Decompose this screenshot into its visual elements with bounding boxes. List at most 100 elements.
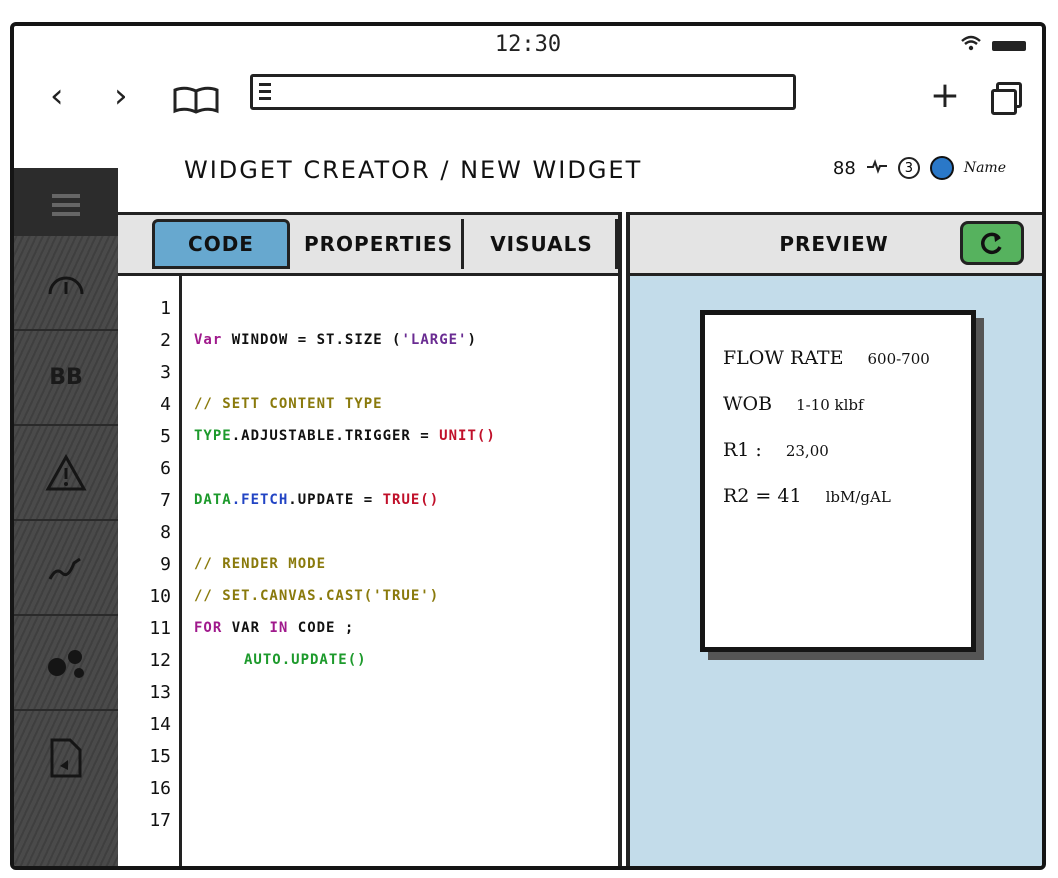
sidebar-item-analytics[interactable] [14,521,118,616]
code-line-7[interactable]: DATA.FETCH.UPDATE = TRUE() [194,492,439,508]
back-button[interactable]: ‹ [50,78,64,114]
activity-icon[interactable] [866,158,888,178]
reader-icon[interactable] [259,83,271,104]
user-name[interactable]: Name [964,160,1006,176]
sidebar-header [14,168,118,236]
line-number: 3 [160,362,171,383]
line-number: 12 [149,650,171,671]
new-tab-button[interactable]: + [930,78,960,114]
bb-icon: BB [49,365,83,390]
code-line-10[interactable]: // SET.CANVAS.CAST('TRUE') [194,588,439,604]
sidebar-item-settings[interactable] [14,616,118,711]
avatar[interactable] [929,156,954,180]
preview-row-r2: R2 = 41 lbM/gAL [723,485,891,507]
code-token: TRUE() [382,492,440,508]
run-button[interactable] [960,221,1024,265]
forward-button[interactable]: › [114,78,128,114]
line-number: 7 [160,490,171,511]
document-icon [50,738,82,777]
line-number: 15 [149,746,171,767]
code-keyword: Var [194,332,223,348]
app-header: WIDGET CREATOR / NEW WIDGET 88 3 Name [118,130,1042,212]
code-string: 'LARGE' [401,332,468,348]
wifi-icon [960,34,982,57]
code-line-5[interactable]: TYPE.ADJUSTABLE.TRIGGER = UNIT() [194,428,496,444]
battery-icon [992,40,1026,51]
editor-toolbar: CODE PROPERTIES VISUALS PREVIEW [118,212,1042,279]
count-badge: 88 [832,157,856,179]
clock: 12:30 [494,32,562,57]
widget-preview-card: FLOW RATE 600-700 WOB 1-10 klbf R1 :23,00 … [700,310,976,652]
gauge-icon [48,276,84,294]
code-token: TYPE [194,428,232,444]
pane-divider[interactable] [618,212,630,866]
bookmarks-icon[interactable] [172,86,220,118]
preview-pane: FLOW RATE 600-700 WOB 1-10 klbf R1 :23,00 … [630,276,1042,866]
line-number: 1 [160,298,171,319]
preview-value: 23,00 [785,442,829,460]
sidebar-item-documents[interactable] [14,711,118,804]
tabs-icon[interactable] [991,82,1022,115]
line-gutter: 1 2 3 4 5 6 7 8 9 10 11 12 13 14 15 16 1… [118,276,182,866]
preview-row-r1: R1 : 23,00 [723,439,829,461]
sidebar-item-alerts[interactable] [14,426,118,521]
preview-row-wob: WOB 1-10 klbf [723,393,864,415]
tab-properties[interactable]: PROPERTIES [296,219,464,269]
line-number: 9 [160,554,171,575]
sidebar: BB [14,168,118,866]
code-keyword: IN [269,620,289,636]
tablet-frame: 12:30 ‹ › + WIDGET CREATOR / NEW WIDGET … [10,22,1046,870]
sidebar-item-bb[interactable]: BB [14,331,118,426]
line-number: 6 [160,458,171,479]
code-line-9[interactable]: // RENDER MODE [194,556,326,572]
gears-icon [48,649,84,678]
tab-visuals[interactable]: VISUALS [468,219,618,269]
refresh-icon [981,232,1002,255]
code-token: WINDOW [231,332,289,348]
preview-value: 1-10 klbf [796,396,864,414]
tab-code[interactable]: CODE [152,219,290,269]
code-line-12[interactable]: AUTO.UPDATE() [244,652,367,668]
code-line-11[interactable]: FOR VAR IN CODE ; [194,620,354,636]
code-token: UNIT() [439,428,496,444]
code-token: .ADJUSTABLE.TRIGGER = [231,428,430,444]
preview-row-flow-rate: FLOW RATE 600-700 [723,347,930,369]
code-token: ST.SIZE ( [316,332,402,348]
chart-icon [48,557,81,580]
code-token: .FETCH [231,492,289,508]
line-number: 8 [160,522,171,543]
preview-label: R1 : [723,439,762,461]
code-line-4[interactable]: // SETT CONTENT TYPE [194,396,383,412]
hamburger-icon[interactable] [52,194,80,221]
header-actions: 88 3 Name [833,156,1006,180]
code-token: = [297,332,308,348]
status-bar: 12:30 [14,26,1042,64]
line-number: 10 [149,586,171,607]
code-token: CODE ; [297,620,355,636]
line-number: 17 [149,810,171,831]
code-token: ) [467,332,477,348]
notification-icon[interactable]: 3 [897,157,920,179]
code-token: VAR [231,620,261,636]
code-token: .UPDATE = [288,492,374,508]
code-line-2[interactable]: Var WINDOW = ST.SIZE ('LARGE') [194,332,477,348]
address-bar[interactable] [250,74,796,110]
line-number: 2 [160,330,171,351]
warning-icon [45,453,87,490]
code-keyword: FOR [194,620,223,636]
breadcrumb[interactable]: WIDGET CREATOR / NEW WIDGET [184,156,642,184]
line-number: 4 [160,394,171,415]
line-number: 11 [149,618,171,639]
url-input[interactable] [279,79,783,107]
line-number: 16 [149,778,171,799]
line-number: 5 [160,426,171,447]
preview-value: lbM/gAL [825,488,891,506]
browser-bar: ‹ › + [14,64,1042,130]
code-editor[interactable]: 1 2 3 4 5 6 7 8 9 10 11 12 13 14 15 16 1… [118,276,618,866]
code-token: DATA [194,492,232,508]
line-number: 13 [149,682,171,703]
sidebar-item-dashboard[interactable] [14,236,118,331]
preview-label: R2 = 41 [723,485,802,507]
preview-label: FLOW RATE [723,347,844,369]
preview-label: WOB [723,393,773,415]
